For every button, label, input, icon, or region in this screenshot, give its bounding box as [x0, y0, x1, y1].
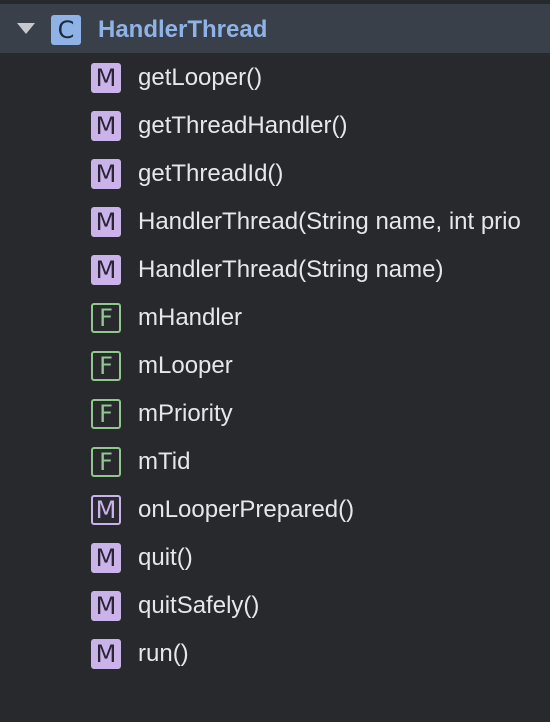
- member-row[interactable]: M getThreadId(): [0, 150, 550, 198]
- member-row[interactable]: F mPriority: [0, 390, 550, 438]
- class-title: HandlerThread: [98, 16, 268, 43]
- field-icon: F: [91, 303, 121, 333]
- member-label: getThreadHandler(): [138, 112, 348, 139]
- member-row[interactable]: F mLooper: [0, 342, 550, 390]
- member-label: mPriority: [138, 400, 233, 427]
- method-icon: M: [91, 255, 121, 285]
- method-icon: M: [91, 591, 121, 621]
- class-icon: C: [51, 15, 81, 45]
- field-icon: F: [91, 399, 121, 429]
- member-row[interactable]: M onLooperPrepared(): [0, 486, 550, 534]
- member-row[interactable]: F mTid: [0, 438, 550, 486]
- member-label: onLooperPrepared(): [138, 496, 355, 523]
- member-label: getThreadId(): [138, 160, 284, 187]
- member-row[interactable]: M getLooper(): [0, 54, 550, 102]
- structure-panel: C HandlerThread M getLooper() M getThrea…: [0, 0, 550, 722]
- method-icon: M: [91, 543, 121, 573]
- member-row[interactable]: F mHandler: [0, 294, 550, 342]
- member-label: getLooper(): [138, 64, 263, 91]
- member-label: run(): [138, 640, 189, 667]
- member-label: quit(): [138, 544, 193, 571]
- member-label: mTid: [138, 448, 191, 475]
- triangle-down-icon[interactable]: [17, 23, 35, 34]
- method-icon: M: [91, 111, 121, 141]
- member-label: mLooper: [138, 352, 233, 379]
- member-label: quitSafely(): [138, 592, 260, 619]
- method-outline-icon: M: [91, 495, 121, 525]
- field-icon: F: [91, 351, 121, 381]
- field-icon: F: [91, 447, 121, 477]
- member-row[interactable]: M quitSafely(): [0, 582, 550, 630]
- member-row[interactable]: M getThreadHandler(): [0, 102, 550, 150]
- member-row[interactable]: M quit(): [0, 534, 550, 582]
- method-icon: M: [91, 639, 121, 669]
- method-icon: M: [91, 207, 121, 237]
- member-row[interactable]: M HandlerThread(String name): [0, 246, 550, 294]
- method-icon: M: [91, 159, 121, 189]
- class-node-row[interactable]: C HandlerThread: [0, 4, 550, 53]
- member-row[interactable]: M run(): [0, 630, 550, 678]
- member-label: mHandler: [138, 304, 243, 331]
- member-label: HandlerThread(String name, int prio: [138, 208, 521, 235]
- member-row[interactable]: M HandlerThread(String name, int prio: [0, 198, 550, 246]
- method-icon: M: [91, 63, 121, 93]
- member-label: HandlerThread(String name): [138, 256, 444, 283]
